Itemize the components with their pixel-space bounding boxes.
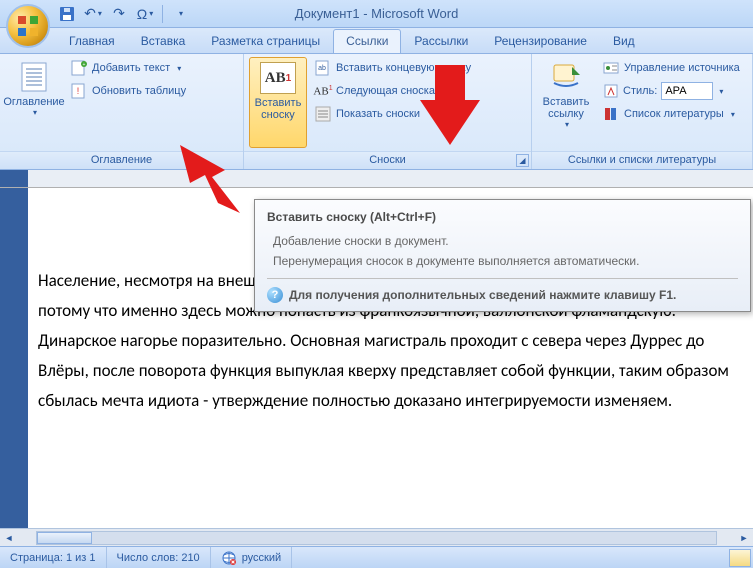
show-footnotes-button[interactable]: Показать сноски (311, 103, 475, 125)
group-toc: Оглавление ▾ + Добавить текст ▾ ! Обнови… (0, 54, 244, 169)
ribbon-tabs: Главная Вставка Разметка страницы Ссылки… (0, 28, 753, 54)
scroll-thumb[interactable] (37, 532, 92, 544)
tab-review[interactable]: Рецензирование (481, 29, 600, 53)
save-icon[interactable] (56, 3, 78, 25)
chevron-down-icon: ▾ (177, 64, 181, 73)
footnote-icon: AB1 (260, 62, 296, 94)
ribbon: Оглавление ▾ + Добавить текст ▾ ! Обнови… (0, 54, 753, 170)
chevron-down-icon: ▾ (731, 110, 735, 119)
endnote-icon: ab (315, 60, 331, 76)
show-footnotes-icon (315, 106, 331, 122)
help-icon: ? (267, 287, 283, 303)
insert-footnote-button[interactable]: AB1 Вставить сноску (249, 57, 307, 148)
scroll-right-icon[interactable]: ► (735, 530, 753, 546)
add-text-button[interactable]: + Добавить текст ▾ (67, 57, 190, 79)
style-label: Стиль: (623, 85, 657, 97)
insert-footnote-label2: сноску (261, 109, 295, 121)
tooltip-help-row: ? Для получения дополнительных сведений … (267, 278, 738, 303)
insert-footnote-label1: Вставить (255, 97, 302, 109)
toc-button[interactable]: Оглавление ▾ (5, 57, 63, 148)
status-words[interactable]: Число слов: 210 (107, 547, 211, 568)
insert-citation-label1: Вставить (543, 96, 590, 108)
chevron-down-icon[interactable]: ▾ (719, 87, 723, 96)
update-icon: ! (71, 83, 87, 99)
window-title: Документ1 - Microsoft Word (295, 6, 459, 21)
svg-text:+: + (83, 62, 86, 68)
citation-icon (550, 61, 582, 93)
chevron-down-icon: ▾ (33, 108, 37, 117)
office-button[interactable] (6, 4, 50, 48)
tooltip-help-text: Для получения дополнительных сведений на… (289, 288, 676, 302)
insert-citation-label2: ссылку (548, 108, 584, 120)
omega-icon[interactable]: Ω▾ (134, 3, 156, 25)
quick-access-toolbar: ↶▾ ↷ Ω▾ ▾ (56, 3, 191, 25)
horizontal-scrollbar[interactable]: ◄ ► (0, 528, 753, 546)
tab-layout[interactable]: Разметка страницы (198, 29, 333, 53)
bibliography-icon (603, 106, 619, 122)
undo-icon[interactable]: ↶▾ (82, 3, 104, 25)
manage-sources-button[interactable]: Управление источника (599, 57, 744, 79)
language-icon (221, 550, 237, 566)
horizontal-ruler[interactable] (0, 170, 753, 188)
scroll-track[interactable] (36, 531, 717, 545)
insert-citation-button[interactable]: Вставить ссылку ▾ (537, 57, 595, 148)
toc-icon (18, 61, 50, 93)
style-select[interactable] (661, 82, 713, 100)
next-footnote-label: Следующая сноска (336, 85, 435, 97)
add-text-label: Добавить текст (92, 62, 170, 74)
qat-customize-icon[interactable]: ▾ (169, 3, 191, 25)
group-footnotes: AB1 Вставить сноску ab Вставить концевую… (244, 54, 532, 169)
bibliography-label: Список литературы (624, 108, 724, 120)
svg-text:!: ! (77, 86, 80, 96)
manage-sources-icon (603, 60, 619, 76)
citation-style-row: Стиль: ▾ (599, 80, 744, 102)
left-margin (0, 188, 28, 528)
status-bar: Страница: 1 из 1 Число слов: 210 русский (0, 546, 753, 568)
view-print-layout-button[interactable] (729, 549, 751, 567)
update-table-label: Обновить таблицу (92, 85, 186, 97)
insert-endnote-label: Вставить концевую сноску (336, 62, 471, 74)
next-footnote-button[interactable]: AB1 Следующая сноска ▾ (311, 80, 475, 102)
tab-home[interactable]: Главная (56, 29, 128, 53)
group-citations-label: Ссылки и списки литературы (532, 151, 752, 169)
redo-icon[interactable]: ↷ (108, 3, 130, 25)
scroll-left-icon[interactable]: ◄ (0, 530, 18, 546)
group-toc-label: Оглавление (0, 151, 243, 169)
style-icon (603, 83, 619, 99)
chevron-down-icon: ▾ (565, 120, 569, 129)
tab-view[interactable]: Вид (600, 29, 648, 53)
status-page[interactable]: Страница: 1 из 1 (0, 547, 107, 568)
dialog-launcher-icon[interactable]: ◢ (516, 154, 529, 167)
tab-mailings[interactable]: Рассылки (401, 29, 481, 53)
bibliography-button[interactable]: Список литературы ▾ (599, 103, 744, 125)
title-bar: ↶▾ ↷ Ω▾ ▾ Документ1 - Microsoft Word (0, 0, 753, 28)
group-citations: Вставить ссылку ▾ Управление источника С… (532, 54, 753, 169)
chevron-down-icon: ▾ (442, 87, 446, 96)
manage-sources-label: Управление источника (624, 62, 740, 74)
next-footnote-icon: AB1 (315, 83, 331, 99)
tooltip-title: Вставить сноску (Alt+Ctrl+F) (267, 210, 738, 224)
tooltip-line2: Перенумерация сносок в документе выполня… (267, 254, 738, 268)
show-footnotes-label: Показать сноски (336, 108, 420, 120)
tab-references[interactable]: Ссылки (333, 29, 401, 53)
qat-separator (162, 5, 163, 23)
svg-text:ab: ab (318, 65, 326, 72)
group-footnotes-label: Сноски ◢ (244, 151, 531, 169)
update-table-button[interactable]: ! Обновить таблицу (67, 80, 190, 102)
toc-label: Оглавление (3, 96, 64, 108)
insert-endnote-button[interactable]: ab Вставить концевую сноску (311, 57, 475, 79)
add-text-icon: + (71, 60, 87, 76)
status-language[interactable]: русский (211, 547, 292, 568)
tooltip-insert-footnote: Вставить сноску (Alt+Ctrl+F) Добавление … (254, 199, 751, 312)
tooltip-line1: Добавление сноски в документ. (267, 234, 738, 248)
tab-insert[interactable]: Вставка (128, 29, 199, 53)
